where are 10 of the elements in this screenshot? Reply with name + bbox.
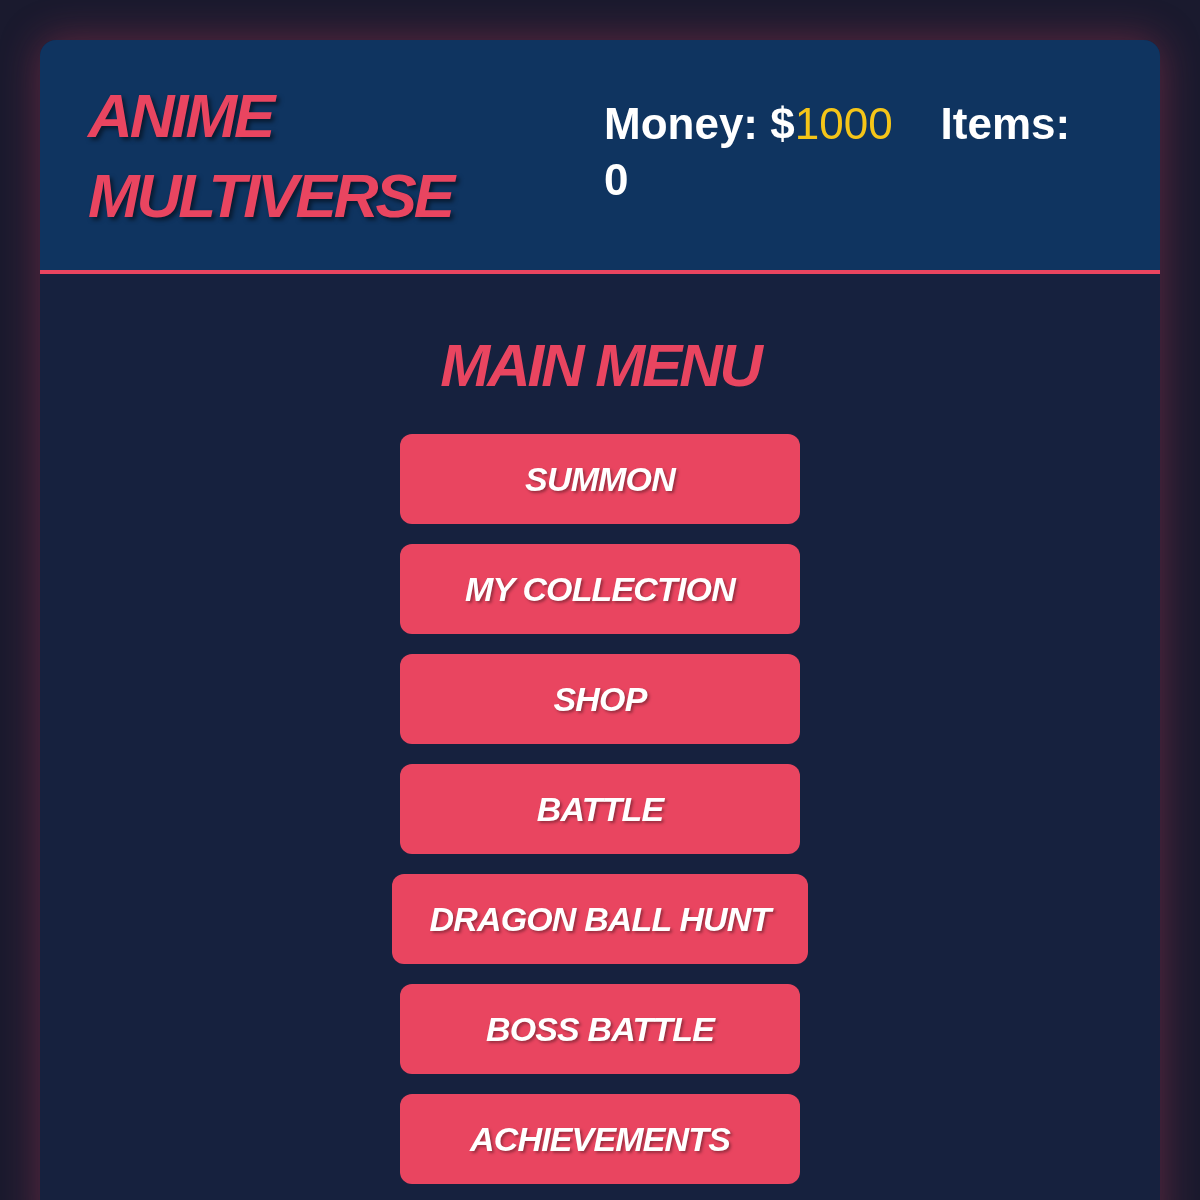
menu-heading: MAIN MENU — [440, 331, 760, 401]
menu-button[interactable]: SUMMON — [400, 434, 800, 524]
menu-button[interactable]: ACHIEVEMENTS — [400, 1094, 800, 1184]
menu-button[interactable]: BATTLE — [400, 764, 800, 854]
game-title: ANIME MULTIVERSE — [88, 76, 488, 236]
menu-button[interactable]: MY COLLECTION — [400, 544, 800, 634]
menu-button[interactable]: DRAGON BALL HUNT — [392, 874, 808, 964]
player-stats: Money: $1000 Items: 0 — [604, 98, 1072, 206]
menu-button[interactable]: BOSS BATTLE — [400, 984, 800, 1074]
menu-button[interactable]: SHOP — [400, 654, 800, 744]
